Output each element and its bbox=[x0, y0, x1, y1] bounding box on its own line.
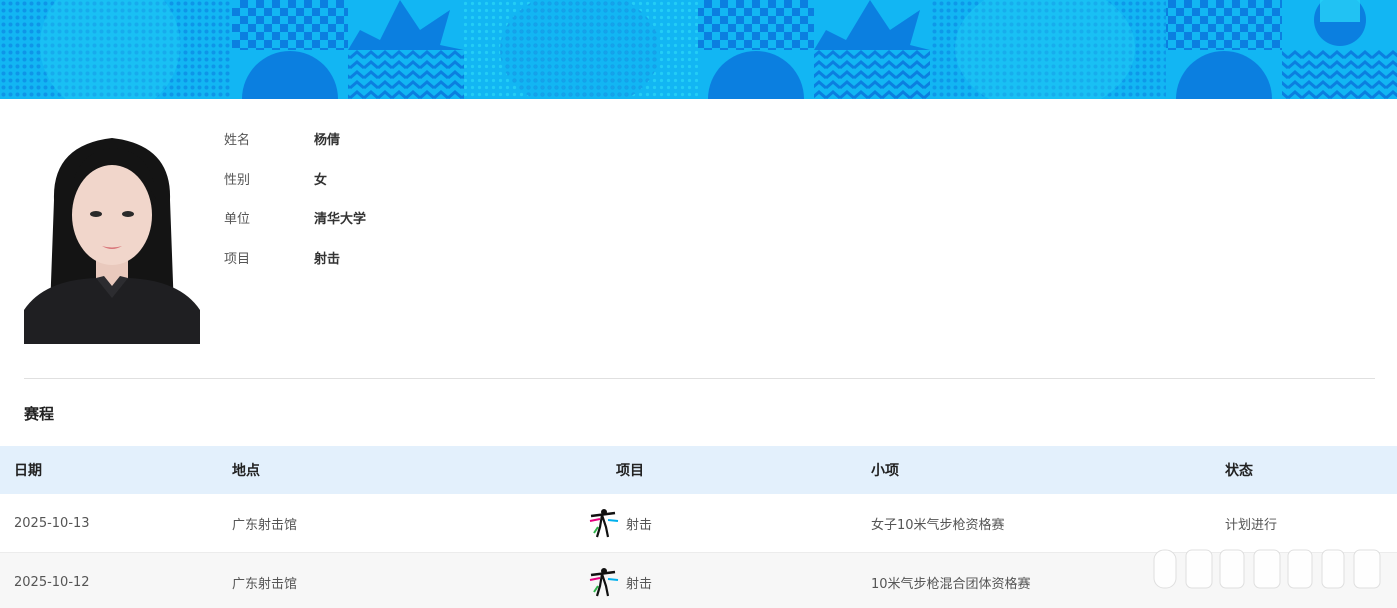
column-header-event[interactable]: 项目 bbox=[616, 446, 706, 494]
banner-pattern bbox=[0, 0, 1397, 99]
header-banner bbox=[0, 0, 1397, 99]
row-status: 计划进行 bbox=[1225, 517, 1278, 533]
row-date: 2025-10-13 bbox=[14, 515, 90, 531]
schedule-title: 赛程 bbox=[24, 405, 55, 423]
unit-label: 单位 bbox=[224, 212, 251, 227]
row-venue: 广东射击馆 bbox=[232, 517, 298, 533]
watermark-overlay bbox=[1153, 549, 1381, 589]
column-header-status[interactable]: 状态 bbox=[1225, 446, 1375, 494]
sport-label: 项目 bbox=[224, 252, 251, 267]
name-label: 姓名 bbox=[224, 133, 251, 148]
column-header-venue[interactable]: 地点 bbox=[232, 446, 532, 494]
name-value: 杨倩 bbox=[314, 133, 341, 148]
column-header-date[interactable]: 日期 bbox=[14, 446, 214, 494]
row-venue: 广东射击馆 bbox=[232, 576, 298, 592]
column-header-sub-event[interactable]: 小项 bbox=[871, 446, 1191, 494]
shooting-icon bbox=[589, 509, 619, 538]
row-date: 2025-10-12 bbox=[14, 574, 90, 590]
row-event-label: 射击 bbox=[626, 517, 653, 533]
gender-value: 女 bbox=[314, 173, 328, 188]
row-event-label: 射击 bbox=[626, 576, 653, 592]
table-header: 日期 地点 项目 小项 状态 bbox=[0, 446, 1397, 494]
table-row[interactable]: 2025-10-13 广东射击馆 射击 女子10米气步枪资格赛 计划进行 bbox=[0, 494, 1397, 553]
row-sub-event: 女子10米气步枪资格赛 bbox=[871, 517, 1005, 533]
gender-label: 性别 bbox=[224, 173, 251, 188]
athlete-portrait-image bbox=[24, 130, 200, 344]
section-divider bbox=[24, 378, 1375, 379]
sport-value: 射击 bbox=[314, 252, 341, 267]
row-event: 射击 bbox=[588, 553, 678, 608]
shooting-icon bbox=[589, 568, 619, 597]
row-event: 射击 bbox=[588, 494, 678, 552]
unit-value: 清华大学 bbox=[314, 212, 367, 227]
row-sub-event: 10米气步枪混合团体资格赛 bbox=[871, 576, 1031, 592]
athlete-photo bbox=[24, 130, 200, 344]
